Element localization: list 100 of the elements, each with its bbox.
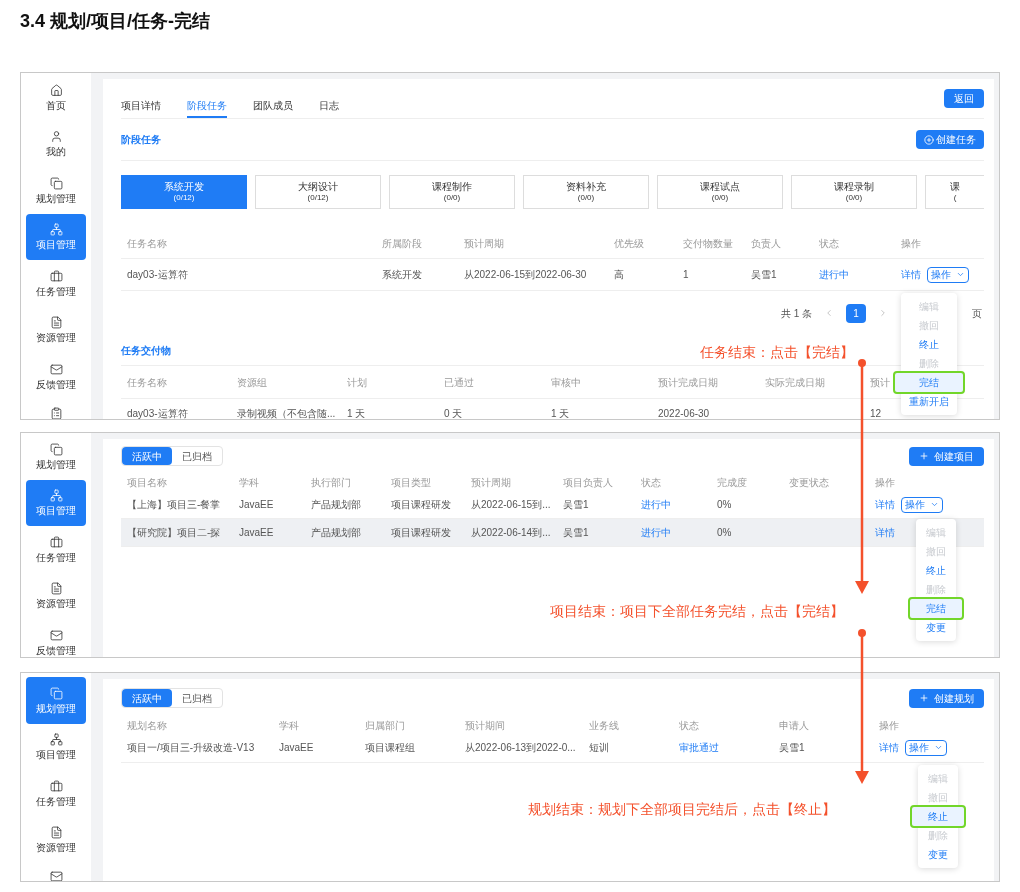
sidebar-item[interactable]: 反馈管理 (26, 619, 86, 657)
sidebar-item[interactable]: 资源管理 (26, 572, 86, 619)
sidebar-item[interactable]: 规划管理 (26, 167, 86, 214)
home-icon (49, 83, 63, 97)
detail-link[interactable]: 详情 (875, 525, 895, 540)
sidebar-item[interactable]: 任务管理 (26, 770, 86, 817)
menu-item[interactable]: 完结 (893, 371, 965, 394)
sidebar-item[interactable]: 反馈管理 (26, 353, 86, 400)
sidebar-item[interactable]: 首页 (26, 74, 86, 121)
table-cell-text: 产品规划部 (311, 498, 361, 512)
status-text: 进行中 (641, 498, 671, 512)
stage-card[interactable]: 系统开发 (0/12) (121, 175, 247, 209)
column-header: 规划名称 (127, 718, 167, 733)
filter-tab[interactable]: 活跃中 (122, 447, 172, 465)
sidebar-item[interactable]: 项目管理 (26, 479, 86, 526)
column-header: 实际完成日期 (765, 375, 825, 390)
table-cell-text: 项目课程研发 (391, 498, 451, 512)
table-cell-text: 从2022-06-13到2022-0... (465, 741, 576, 755)
menu-item[interactable]: 变更 (918, 845, 958, 864)
annotation-text: 项目结束：项目下全部任务完结，点击【完结】 (550, 602, 844, 621)
menu-item[interactable]: 终止 (910, 805, 966, 828)
column-header: 预计完成日期 (658, 375, 718, 390)
detail-link[interactable]: 详情 (879, 740, 899, 755)
column-header: 任务名称 (127, 237, 167, 251)
column-header: 审核中 (551, 375, 581, 390)
stage-card[interactable]: 课程录制 (0/0) (791, 175, 917, 209)
menu-item[interactable]: 完结 (908, 597, 964, 620)
filter-tab[interactable]: 已归档 (172, 689, 222, 707)
table-cell-text: 项目课程组 (365, 741, 415, 755)
column-header: 项目类型 (391, 475, 431, 490)
column-header: 负责人 (751, 237, 781, 251)
column-header: 操作 (875, 475, 895, 490)
stage-card[interactable]: 资料补充 (0/0) (523, 175, 649, 209)
detail-link[interactable]: 详情 (901, 267, 921, 282)
user-icon (49, 130, 63, 144)
column-header: 操作 (901, 237, 921, 251)
status-text: 进行中 (819, 268, 849, 282)
documents-icon (49, 442, 63, 456)
create-task-button[interactable]: 创建任务 (916, 130, 984, 149)
briefcase-icon (49, 779, 63, 793)
actions-dropdown[interactable]: 操作 (927, 266, 969, 283)
table-cell-text: 从2022-06-15到2022-06-30 (464, 268, 587, 282)
stage-card[interactable]: 课程制作 (0/0) (389, 175, 515, 209)
tab[interactable]: 项目详情 (121, 94, 161, 118)
hierarchy-icon (49, 733, 63, 747)
table-cell-text: JavaEE (239, 526, 274, 540)
tab[interactable]: 日志 (319, 94, 339, 118)
sidebar-item[interactable]: 任务管理 (26, 260, 86, 307)
table-cell-text: 0% (717, 526, 732, 540)
column-header: 预计周期 (464, 237, 504, 251)
chevron-down-icon (934, 743, 943, 752)
total-count: 共 1 条 (780, 306, 812, 321)
create-project-button[interactable]: 创建项目 (909, 446, 984, 466)
detail-link[interactable]: 详情 (875, 497, 895, 512)
table-cell-text: 从2022-06-15到... (471, 498, 551, 512)
documents-icon (49, 686, 63, 700)
sidebar-item[interactable]: 资源管理 (26, 816, 86, 863)
page-button[interactable]: 1 (846, 303, 866, 323)
table-cell-text: 系统开发 (382, 268, 422, 282)
menu-item[interactable]: 变更 (916, 618, 956, 637)
sidebar-item[interactable]: 规划管理 (26, 433, 86, 480)
stage-card[interactable]: 课 ( (925, 175, 984, 209)
briefcase-icon (49, 269, 63, 283)
column-header: 操作 (879, 718, 899, 733)
sidebar-item[interactable]: 我的 (26, 120, 86, 167)
column-header: 变更状态 (789, 475, 829, 490)
sidebar-item[interactable]: 任务管理 (26, 526, 86, 573)
stage-card[interactable]: 课程试点 (0/0) (657, 175, 783, 209)
table-cell-text: 吴雪1 (563, 526, 589, 540)
actions-dropdown[interactable]: 操作 (901, 496, 943, 513)
filter-tab[interactable]: 活跃中 (122, 689, 172, 707)
actions-dropdown[interactable]: 操作 (905, 739, 947, 756)
table-cell-text: day03-运算符 (127, 407, 188, 419)
annotation-text: 规划结束：规划下全部项目完结后，点击【终止】 (528, 800, 836, 819)
table-cell-text: 【研究院】项目二-探 (127, 526, 221, 540)
table-cell-text: 吴雪1 (779, 741, 805, 755)
stage-card[interactable]: 大纲设计 (0/12) (255, 175, 381, 209)
menu-item[interactable]: 终止 (916, 561, 956, 580)
sidebar-item[interactable]: 项目管理 (26, 723, 86, 770)
column-header: 归属部门 (365, 718, 405, 733)
column-header: 申请人 (779, 718, 809, 733)
sidebar-item[interactable]: 规划管理 (26, 677, 86, 724)
back-button[interactable]: 返回 (944, 89, 984, 108)
status-text: 审批通过 (679, 741, 719, 755)
annotation-text: 任务结束：点击【完结】 (700, 343, 854, 362)
create-plan-button[interactable]: 创建规划 (909, 688, 984, 708)
chevron-down-icon (930, 500, 939, 509)
tab[interactable]: 团队成员 (253, 94, 293, 118)
column-header: 学科 (239, 475, 259, 490)
menu-item[interactable]: 终止 (901, 335, 957, 354)
column-header: 完成度 (717, 475, 747, 490)
menu-item[interactable]: 重新开启 (901, 392, 957, 411)
column-header: 已通过 (444, 375, 474, 390)
column-header: 所属阶段 (382, 237, 422, 251)
tab[interactable]: 阶段任务 (187, 94, 227, 118)
sidebar-item[interactable]: 资源管理 (26, 306, 86, 353)
plus-circle-icon (924, 134, 934, 145)
sidebar-item[interactable]: 项目管理 (26, 213, 86, 260)
filter-tab[interactable]: 已归档 (172, 447, 222, 465)
hierarchy-icon (49, 489, 63, 503)
